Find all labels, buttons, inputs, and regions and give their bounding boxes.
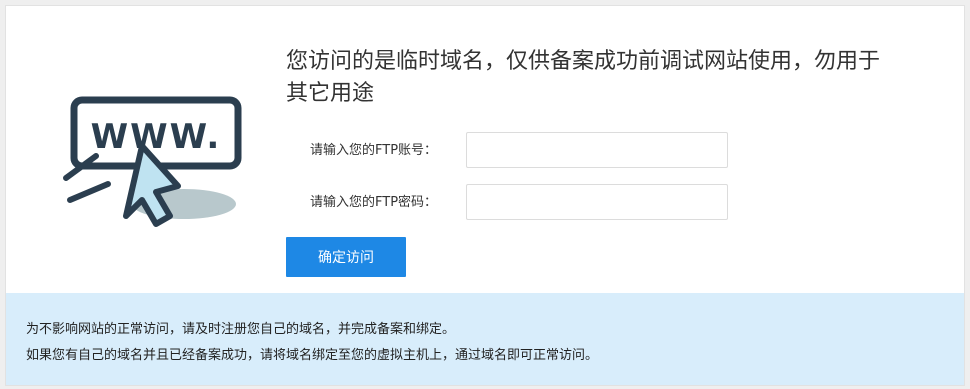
ftp-account-row: 请输入您的FTP账号：	[286, 132, 746, 170]
www-text: WWW.	[91, 117, 222, 157]
ftp-password-row: 请输入您的FTP密码：	[286, 184, 746, 222]
ftp-account-input[interactable]	[466, 132, 728, 168]
notice-line: 为不影响网站的正常访问，请及时注册您自己的域名，并完成备案和绑定。	[26, 322, 456, 337]
notice-panel: 为不影响网站的正常访问，请及时注册您自己的域名，并完成备案和绑定。 如果您有自己…	[6, 293, 964, 385]
cursor-arrow-icon	[123, 143, 181, 227]
ftp-password-input[interactable]	[466, 184, 728, 220]
ftp-account-label: 请输入您的FTP账号：	[310, 143, 438, 158]
ftp-password-label: 请输入您的FTP密码：	[310, 195, 438, 210]
motion-line	[67, 181, 111, 203]
main-content: 您访问的是临时域名，仅供备案成功前调试网站使用，勿用于其它用途 请输入您的FTP…	[286, 46, 926, 277]
page-headline: 您访问的是临时域名，仅供备案成功前调试网站使用，勿用于其它用途	[286, 49, 881, 106]
page-container: WWW. 您访问的是临时域名，仅供备案成功前调试网站使用，勿用于其它用途 请输入…	[5, 5, 965, 386]
www-browser-cursor-icon: WWW.	[63, 96, 242, 227]
confirm-access-button[interactable]: 确定访问	[286, 237, 406, 277]
notice-line: 如果您有自己的域名并且已经备案成功，请将域名绑定至您的虚拟主机上，通过域名即可正…	[26, 348, 599, 363]
